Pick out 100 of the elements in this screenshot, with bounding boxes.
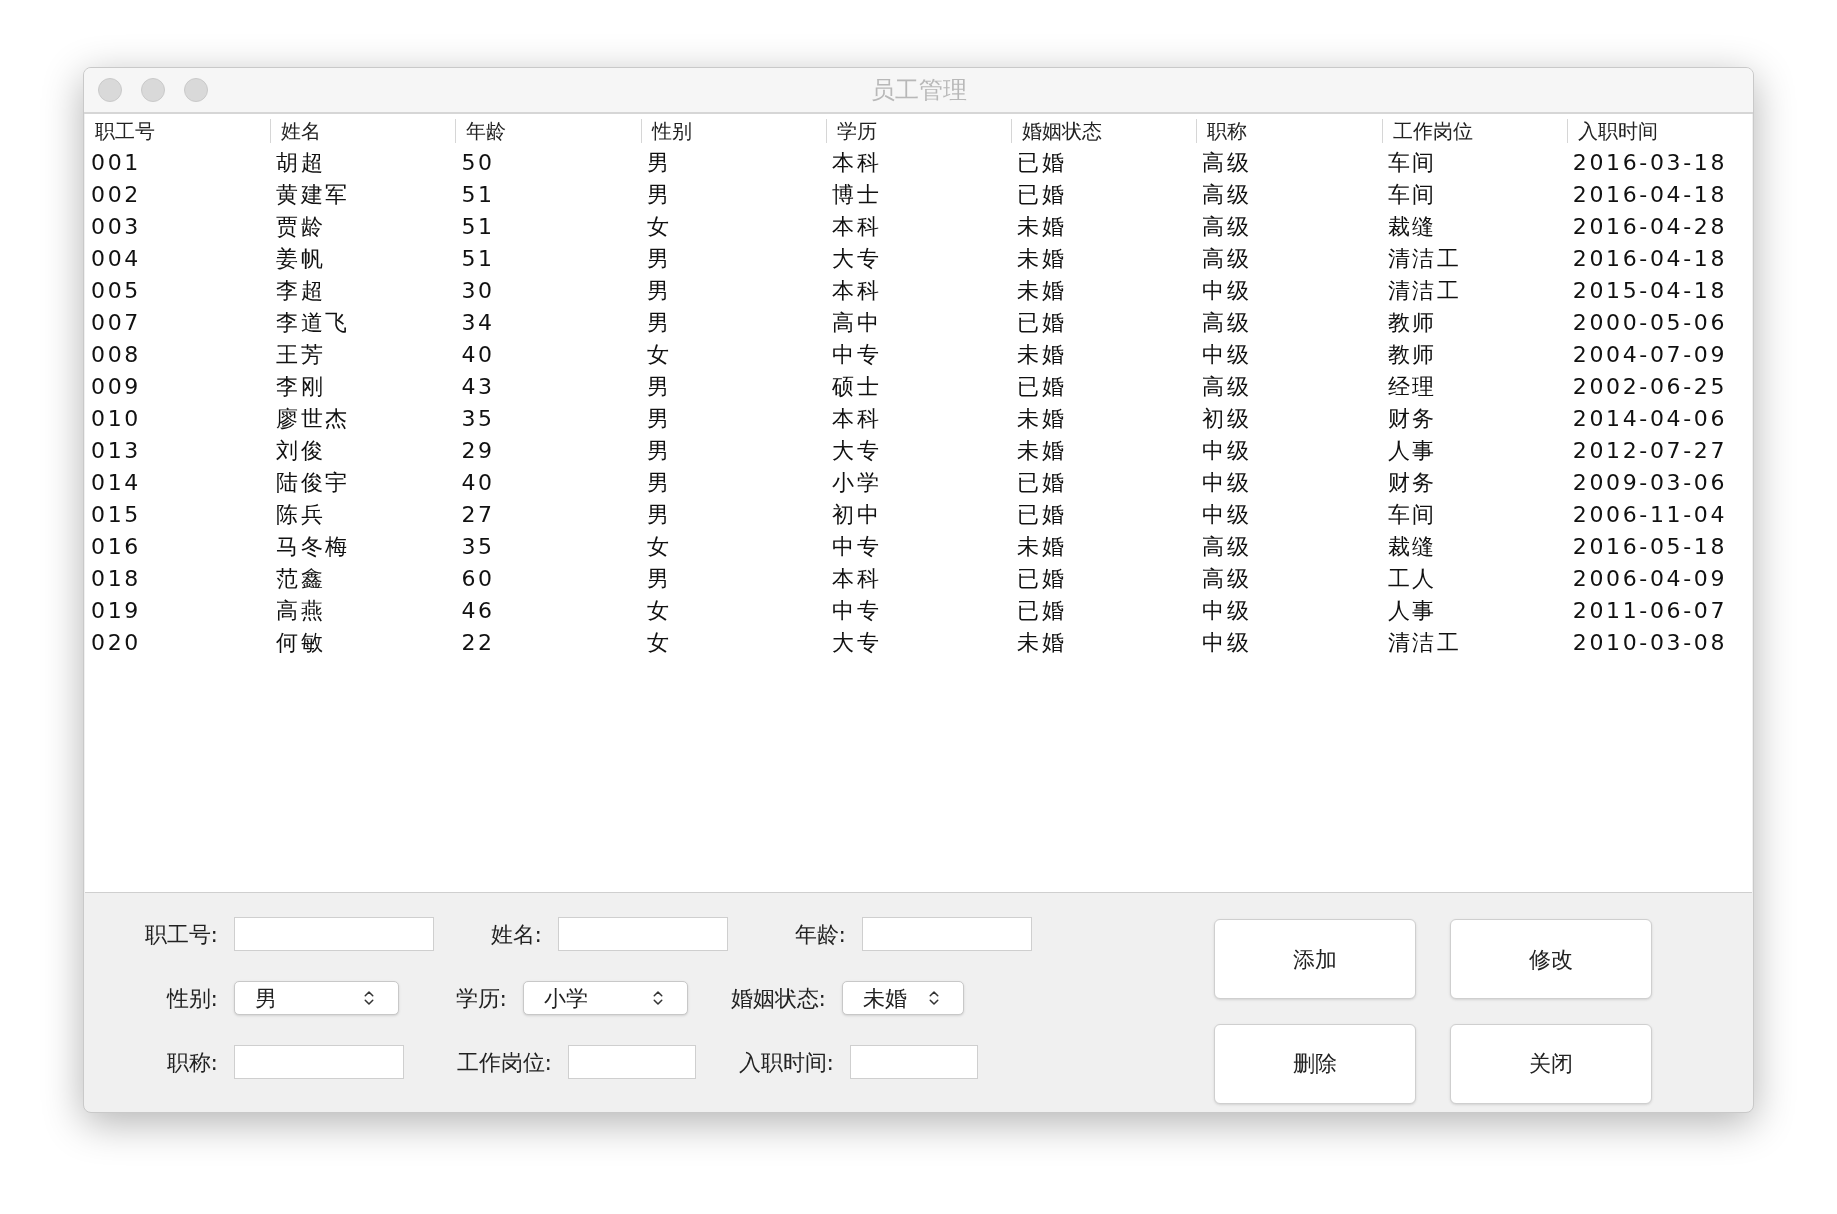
table-cell: 裁缝 [1387,213,1437,239]
window-minimize-button[interactable] [141,78,165,102]
table-cell: 高级 [1202,565,1252,591]
table-cell: 29 [461,437,495,463]
column-header[interactable]: 职工号 [95,121,155,141]
window-close-button[interactable] [98,78,122,102]
table-cell: 男 [646,501,672,527]
table-cell: 高级 [1202,245,1252,271]
table-cell: 范鑫 [276,565,326,591]
table-cell: 大专 [831,245,882,271]
column-header[interactable]: 姓名 [281,121,322,141]
input-field[interactable] [234,1045,404,1079]
input-field[interactable] [862,917,1032,951]
table-cell: 高级 [1202,181,1252,207]
table-cell: 2016-05-18 [1572,533,1728,559]
table-cell: 已婚 [1017,149,1067,175]
column-header[interactable]: 年龄 [466,121,507,141]
table-cell: 007 [91,309,141,335]
table-cell: 李道飞 [276,309,351,335]
input-field[interactable] [558,917,728,951]
action-button[interactable]: 关闭 [1450,1023,1652,1104]
table-cell: 贾龄 [276,213,326,239]
table-cell: 已婚 [1017,181,1067,207]
table-cell: 未婚 [1017,341,1067,367]
table-cell: 男 [646,309,672,335]
table-cell: 中级 [1202,469,1252,495]
table-cell: 何敏 [276,629,326,655]
table-cell: 高级 [1202,213,1252,239]
table-cell: 2016-04-28 [1572,213,1728,239]
table-cell: 人事 [1387,597,1437,623]
table-cell: 2014-04-06 [1572,405,1728,431]
table-cell: 013 [91,437,141,463]
field-label: 工作岗位: [456,1048,552,1077]
table-cell: 015 [91,501,141,527]
action-button[interactable]: 添加 [1214,919,1416,999]
table-cell: 女 [646,213,672,239]
column-header[interactable]: 工作岗位 [1392,121,1473,141]
table-cell: 清洁工 [1387,277,1462,303]
table-cell: 016 [91,533,141,559]
table-cell: 中级 [1202,501,1252,527]
table-cell: 车间 [1387,149,1437,175]
column-header[interactable]: 性别 [651,121,692,141]
table-cell: 已婚 [1017,597,1067,623]
dropdown[interactable]: 未婚 [842,981,964,1015]
field-label: 入职时间: [738,1048,834,1077]
window-zoom-button[interactable] [184,78,208,102]
table-cell: 大专 [831,629,882,655]
field-label: 婚姻状态: [730,984,826,1013]
action-button[interactable]: 删除 [1214,1023,1416,1104]
action-button[interactable]: 修改 [1450,919,1652,999]
table-cell: 020 [91,629,141,655]
table-cell: 46 [461,597,495,623]
table-cell: 018 [91,565,141,591]
dropdown[interactable]: 小学 [523,981,688,1015]
field-label: 姓名: [490,920,542,949]
table-cell: 008 [91,341,141,367]
table-cell: 019 [91,597,141,623]
table-cell: 车间 [1387,181,1437,207]
table-cell: 2006-04-09 [1572,565,1728,591]
table-cell: 已婚 [1017,373,1067,399]
column-header[interactable]: 入职时间 [1577,121,1658,141]
table-cell: 高中 [831,309,882,335]
table-cell: 教师 [1387,341,1437,367]
table-cell: 27 [461,501,495,527]
table-cell: 004 [91,245,141,271]
table-cell: 胡超 [276,149,326,175]
table-cell: 35 [461,533,495,559]
table-cell: 本科 [831,277,882,303]
input-field[interactable] [850,1045,978,1079]
table-cell: 陈兵 [276,501,326,527]
table-cell: 40 [461,469,495,495]
table-cell: 初中 [831,501,882,527]
table-cell: 经理 [1387,373,1437,399]
table-cell: 2012-07-27 [1572,437,1728,463]
table-cell: 2016-04-18 [1572,181,1728,207]
dropdown[interactable]: 男 [234,981,399,1015]
table-cell: 2011-06-07 [1572,597,1728,623]
table-cell: 60 [461,565,495,591]
input-field[interactable] [234,917,434,951]
table-cell: 清洁工 [1387,629,1462,655]
table-cell: 女 [646,597,672,623]
field-label: 职工号: [144,920,218,949]
table-cell: 本科 [831,405,882,431]
table-cell: 未婚 [1017,245,1067,271]
table-cell: 廖世杰 [276,405,351,431]
input-field[interactable] [568,1045,696,1079]
table-cell: 005 [91,277,141,303]
table-cell: 财务 [1387,469,1437,495]
column-header[interactable]: 职称 [1207,121,1248,141]
table-cell: 男 [646,277,672,303]
table-cell: 003 [91,213,141,239]
table-cell: 2004-07-09 [1572,341,1728,367]
table-cell: 002 [91,181,141,207]
table-cell: 51 [461,245,495,271]
table-cell: 女 [646,629,672,655]
column-header[interactable]: 学历 [836,121,877,141]
table-cell: 高级 [1202,373,1252,399]
table-cell: 男 [646,469,672,495]
column-header[interactable]: 婚姻状态 [1022,121,1103,141]
table-cell: 李超 [276,277,326,303]
